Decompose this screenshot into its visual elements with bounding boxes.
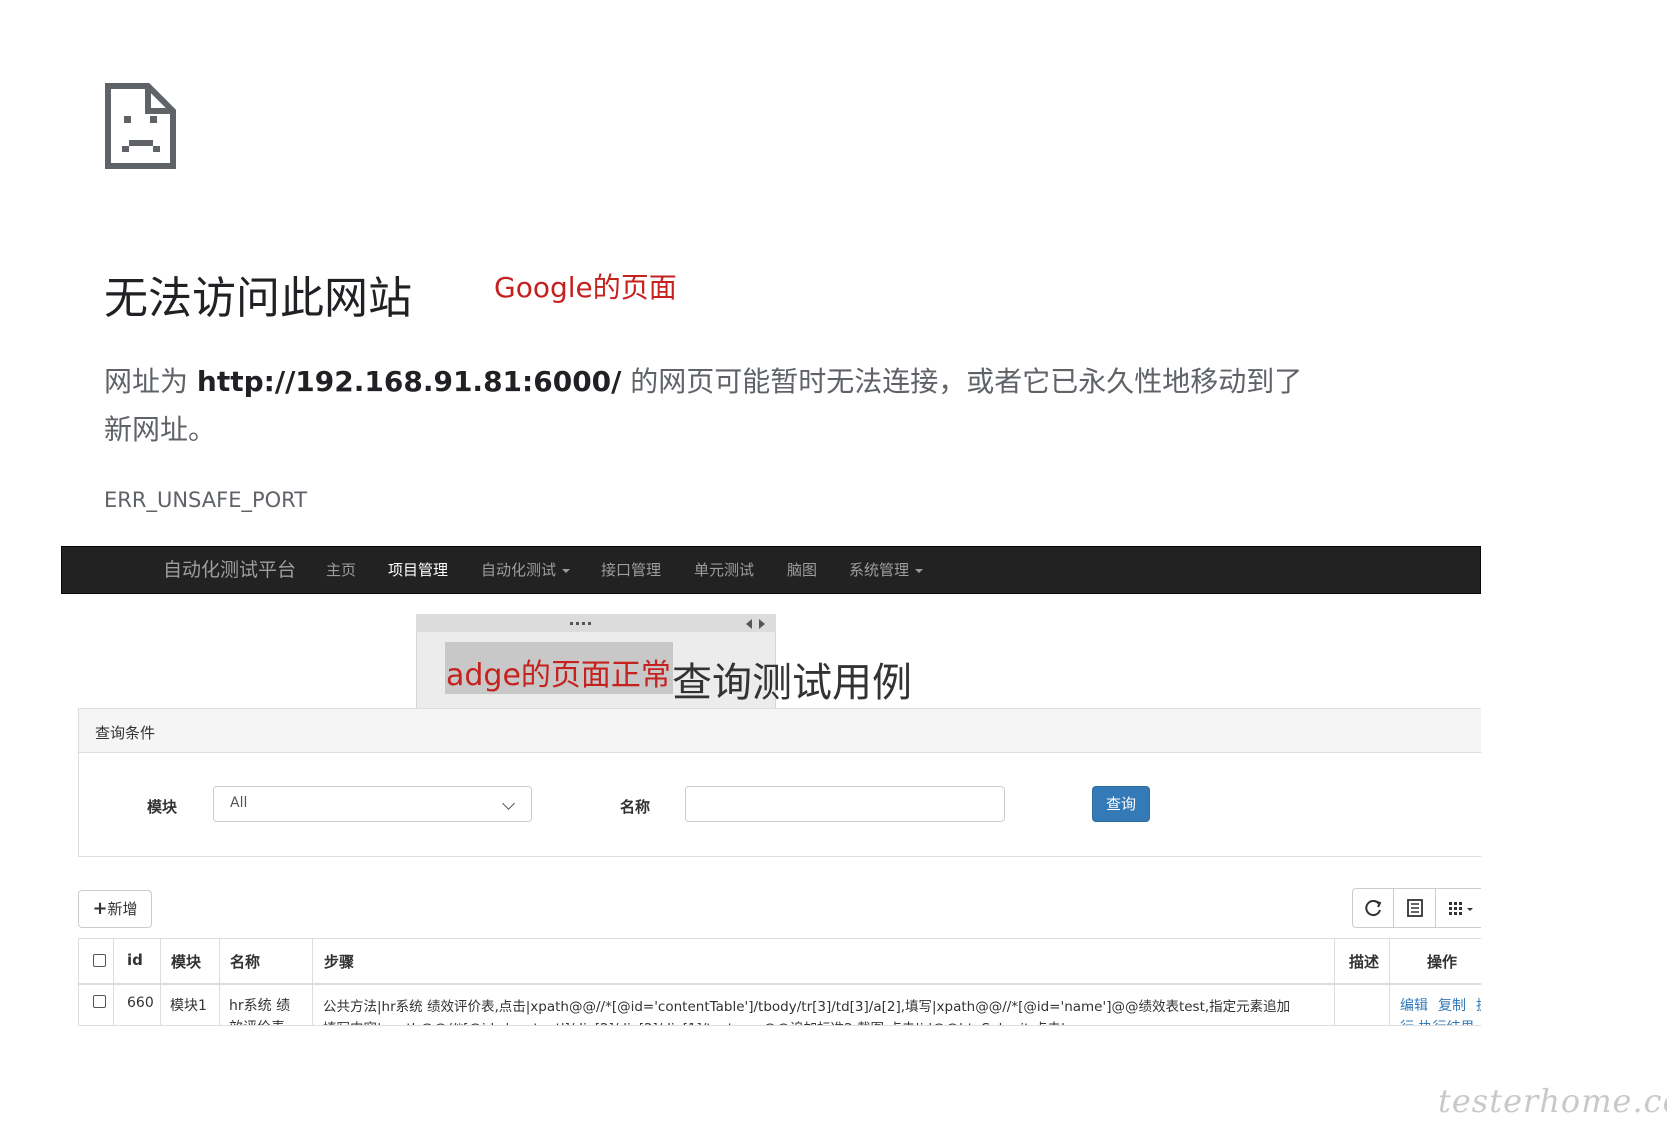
nav-mindmap[interactable]: 脑图 [787, 547, 817, 593]
copy-link[interactable]: 复制 [1438, 995, 1466, 1015]
broken-page-icon [105, 83, 176, 169]
column-header-id[interactable]: id [127, 951, 143, 969]
cell-steps-line1: 公共方法|hr系统 绩效评价表,点击|xpath@@//*[@id='conte… [323, 999, 1291, 1015]
cell-name-line2: 效评价表 [229, 1017, 285, 1025]
column-header-description[interactable]: 描述 [1349, 951, 1379, 972]
annotation-edge: adge的页面正常 [446, 658, 671, 693]
annotation-google: Google的页面 [494, 271, 677, 304]
cell-name-line1: hr系统 绩 [229, 998, 291, 1014]
refresh-button[interactable] [1353, 889, 1394, 927]
query-panel-heading [79, 709, 1481, 753]
row-checkbox[interactable] [93, 995, 106, 1008]
execute-link[interactable]: 执 [1476, 995, 1481, 1015]
error-title: 无法访问此网站 [104, 273, 412, 324]
grip-dot [570, 622, 573, 625]
select-all-checkbox[interactable] [93, 954, 106, 967]
column-header-steps[interactable]: 步骤 [324, 951, 354, 972]
grip-dot [588, 622, 591, 625]
add-button-label: 新增 [107, 900, 138, 918]
module-label: 模块 [147, 798, 178, 816]
table-toolbar [1352, 888, 1481, 928]
grip-dot [582, 622, 585, 625]
query-panel-title: 查询条件 [95, 724, 156, 742]
arrow-left-icon[interactable] [746, 619, 752, 629]
cell-module: 模块1 [170, 998, 207, 1014]
columns-button[interactable] [1436, 889, 1482, 927]
column-divider [113, 939, 114, 1025]
nav-system-management[interactable]: 系统管理 [849, 547, 924, 593]
cell-id: 660 [127, 995, 154, 1011]
page-title: 查询测试用例 [672, 660, 912, 706]
cell-steps-line2: 填写内容|xpath@@//*[@id='content']/div[2]/di… [323, 1017, 1065, 1025]
nav-api-management[interactable]: 接口管理 [601, 547, 661, 593]
grip-dot [576, 622, 579, 625]
column-header-actions[interactable]: 操作 [1427, 951, 1457, 972]
error-message-prefix: 网址为 [104, 365, 197, 398]
error-code: ERR_UNSAFE_PORT [104, 488, 308, 512]
module-select-value: All [230, 795, 248, 811]
add-button[interactable]: +新增 [78, 890, 152, 928]
column-divider [160, 939, 161, 1025]
edit-link[interactable]: 编辑 [1400, 995, 1428, 1015]
column-header-module[interactable]: 模块 [171, 951, 201, 972]
arrow-right-icon[interactable] [759, 619, 765, 629]
list-icon [1407, 899, 1423, 917]
name-label: 名称 [620, 798, 651, 816]
column-divider [1389, 939, 1390, 1025]
error-message: 网址为 http://192.168.91.81:6000/ 的网页可能暂时无法… [104, 358, 1314, 454]
nav-automation-test-label: 自动化测试 [481, 561, 557, 579]
refresh-icon [1365, 900, 1382, 917]
grid-icon [1449, 902, 1473, 915]
module-select[interactable]: All [213, 786, 532, 822]
column-divider [219, 939, 220, 1025]
top-navbar: 自动化测试平台 主页 项目管理 自动化测试 接口管理 单元测试 脑图 系统管理 [61, 546, 1481, 594]
caret-down-icon [562, 568, 571, 573]
nav-system-management-label: 系统管理 [849, 561, 910, 579]
column-divider [312, 939, 313, 1025]
column-header-name[interactable]: 名称 [230, 951, 260, 972]
overlay-drag-bar[interactable] [416, 614, 776, 632]
header-separator [79, 983, 1481, 985]
nav-home[interactable]: 主页 [326, 547, 356, 593]
watermark: testerhome.com [1438, 1082, 1667, 1120]
test-case-table: id 模块 名称 步骤 描述 操作 660 模块1 hr系统 绩 效评价表 公共… [78, 938, 1481, 1026]
nav-unit-test[interactable]: 单元测试 [694, 547, 754, 593]
navbar-brand[interactable]: 自动化测试平台 [163, 547, 296, 593]
plus-icon: + [92, 898, 108, 919]
caret-down-icon [915, 568, 924, 573]
nav-automation-test[interactable]: 自动化测试 [481, 547, 571, 593]
error-url: http://192.168.91.81:6000/ [196, 365, 622, 398]
execution-result-link[interactable]: 行 执行结果 [1400, 1017, 1474, 1025]
query-button[interactable]: 查询 [1092, 786, 1150, 822]
nav-project-management[interactable]: 项目管理 [388, 547, 448, 593]
toggle-view-button[interactable] [1394, 889, 1436, 927]
name-input[interactable] [685, 786, 1005, 822]
column-divider [1334, 939, 1335, 1025]
chevron-down-icon [502, 797, 515, 810]
